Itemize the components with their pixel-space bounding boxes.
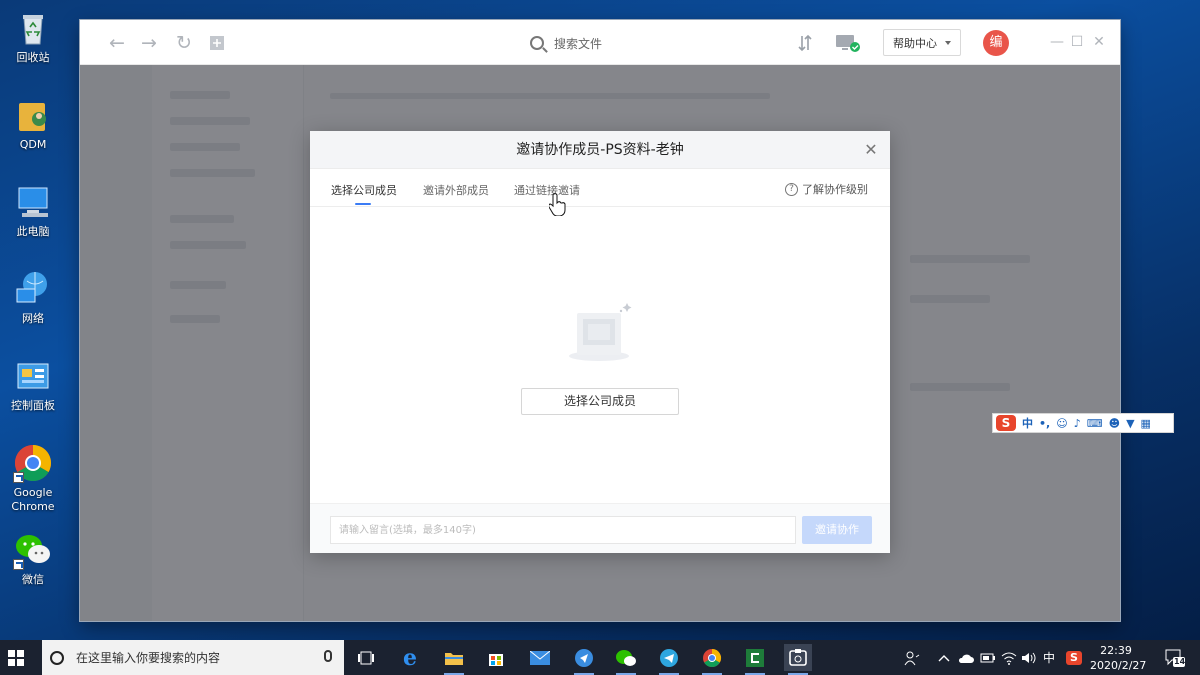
tray-person-icon[interactable] xyxy=(904,640,920,675)
empty-state-illustration xyxy=(569,303,632,361)
transfer-icon[interactable] xyxy=(794,32,816,54)
maximize-icon[interactable]: ☐ xyxy=(1067,32,1087,52)
tab-company-members[interactable]: 选择公司成员 xyxy=(331,182,397,198)
new-tab-icon[interactable] xyxy=(206,32,228,54)
punctuation-icon[interactable]: •, xyxy=(1039,417,1050,430)
back-arrow-icon[interactable]: ← xyxy=(106,32,128,54)
emoji-icon[interactable]: ☺ xyxy=(1056,417,1067,430)
desktop-icon-label: Google Chrome xyxy=(11,486,55,513)
action-center-icon[interactable]: 14 xyxy=(1164,648,1186,668)
sync-status-icon[interactable] xyxy=(834,32,862,54)
user-icon[interactable]: ☻ xyxy=(1109,417,1120,430)
tray-overflow-chevron-icon[interactable] xyxy=(938,640,950,675)
desktop-icon-label: 控制面板 xyxy=(11,399,55,412)
shortcut-arrow-icon xyxy=(13,472,24,483)
wechat-taskbar-icon[interactable] xyxy=(612,644,640,675)
windows-start-icon[interactable] xyxy=(8,650,24,666)
search-icon xyxy=(530,36,544,50)
taskbar-search-box[interactable]: 在这里输入你要搜索的内容 xyxy=(42,640,344,675)
notification-count-badge: 14 xyxy=(1174,657,1186,666)
file-explorer-icon[interactable] xyxy=(440,644,468,675)
store-icon[interactable] xyxy=(482,644,510,671)
qdm-folder-icon xyxy=(13,95,53,135)
app-toolbar: ← → ↻ 搜索文件 帮助中心 编 — ☐ ✕ xyxy=(80,20,1120,65)
active-app-taskbar-icon[interactable] xyxy=(784,644,812,675)
taskbar-search-placeholder: 在这里输入你要搜索的内容 xyxy=(76,651,221,665)
help-circle-icon: ? xyxy=(785,182,798,196)
forward-arrow-icon[interactable]: → xyxy=(138,32,160,54)
select-company-members-button[interactable]: 选择公司成员 xyxy=(521,388,679,415)
message-input[interactable] xyxy=(330,516,796,544)
microphone-icon[interactable]: ♪ xyxy=(1074,417,1081,430)
invite-button[interactable]: 邀请协作 xyxy=(802,516,872,544)
desktop-icon-label: 微信 xyxy=(22,573,44,586)
toolbox-grid-icon[interactable]: ▦ xyxy=(1141,417,1151,430)
desktop-icon-chrome[interactable]: Google Chrome xyxy=(2,443,64,514)
desktop-icon-qdm[interactable]: QDM xyxy=(2,95,64,152)
desktop-icon-label: 网络 xyxy=(22,312,44,325)
tray-volume-icon[interactable] xyxy=(1021,640,1037,675)
search-files[interactable]: 搜索文件 xyxy=(530,32,602,54)
clock-date: 2020/2/27 xyxy=(1090,659,1147,672)
tray-cloud-icon[interactable] xyxy=(957,640,975,675)
desktop-icon-this-pc[interactable]: 此电脑 xyxy=(2,182,64,239)
desktop-icon-label: QDM xyxy=(19,138,47,151)
clock-time: 22:39 xyxy=(1100,644,1132,657)
task-view-icon[interactable] xyxy=(352,644,380,671)
tab-external-members[interactable]: 邀请外部成员 xyxy=(423,182,489,198)
tray-sogou-icon[interactable]: S xyxy=(1066,640,1082,675)
refresh-icon[interactable]: ↻ xyxy=(173,32,195,54)
camtasia-icon[interactable] xyxy=(741,644,769,675)
telegram-icon[interactable] xyxy=(655,644,683,675)
control-panel-icon xyxy=(13,356,53,396)
help-center-label: 帮助中心 xyxy=(893,36,937,50)
dialog-footer: 邀请协作 xyxy=(310,503,890,553)
minimize-icon[interactable]: — xyxy=(1047,32,1067,52)
network-icon xyxy=(13,269,53,309)
desktop-icon-recycle-bin[interactable]: 回收站 xyxy=(2,8,64,65)
microphone-icon[interactable] xyxy=(324,650,332,662)
taskbar-clock[interactable]: 22:39 2020/2/27 xyxy=(1090,643,1147,673)
tray-input-language[interactable]: 中 xyxy=(1043,640,1055,675)
recycle-bin-icon xyxy=(13,8,53,48)
dialog-header: 邀请协作成员-PS资料-老钟 ✕ xyxy=(310,131,890,169)
ime-mode-toggle[interactable]: 中 xyxy=(1022,415,1033,431)
skin-shirt-icon[interactable]: ▼ xyxy=(1126,417,1134,430)
feishu-app-icon[interactable] xyxy=(570,644,598,675)
ime-toolbar[interactable]: S 中 •, ☺ ♪ ⌨ ☻ ▼ ▦ xyxy=(992,413,1174,433)
help-center-dropdown[interactable]: 帮助中心 xyxy=(883,29,961,56)
keyboard-icon[interactable]: ⌨ xyxy=(1087,417,1103,430)
windows-taskbar: 在这里输入你要搜索的内容 e 中 S 22:39 2020/2/27 14 xyxy=(0,640,1200,675)
shortcut-arrow-icon xyxy=(13,559,24,570)
desktop-icon-column: 回收站 QDM 此电脑 网络 控制面板 Google Chrome 微信 xyxy=(0,0,70,640)
edge-browser-icon[interactable]: e xyxy=(396,644,424,671)
collaboration-levels-link[interactable]: ? 了解协作级别 xyxy=(785,181,868,197)
chevron-down-icon xyxy=(945,40,951,45)
close-window-icon[interactable]: ✕ xyxy=(1089,32,1109,52)
desktop-icon-label: 回收站 xyxy=(16,51,50,64)
tab-invite-by-link[interactable]: 通过链接邀请 xyxy=(514,182,580,198)
chrome-icon xyxy=(13,443,53,483)
hand-cursor-icon xyxy=(549,193,566,216)
invite-collaborators-dialog: 邀请协作成员-PS资料-老钟 ✕ 选择公司成员 邀请外部成员 通过链接邀请 ? … xyxy=(310,131,890,553)
active-tab-indicator xyxy=(355,203,371,205)
tray-battery-icon[interactable] xyxy=(980,640,996,675)
desktop-icon-wechat[interactable]: 微信 xyxy=(2,530,64,587)
desktop-icon-network[interactable]: 网络 xyxy=(2,269,64,326)
search-label: 搜索文件 xyxy=(554,36,603,51)
sogou-logo-icon[interactable]: S xyxy=(996,415,1016,431)
computer-icon xyxy=(13,182,53,222)
desktop-icon-label: 此电脑 xyxy=(16,225,50,238)
cortana-circle-icon xyxy=(50,650,64,665)
mail-icon[interactable] xyxy=(526,644,554,671)
dialog-title: 邀请协作成员-PS资料-老钟 xyxy=(516,142,684,158)
tray-wifi-icon[interactable] xyxy=(1001,640,1017,675)
wechat-icon xyxy=(13,530,53,570)
invite-tabs: 选择公司成员 邀请外部成员 通过链接邀请 ? 了解协作级别 xyxy=(310,169,890,207)
user-avatar[interactable]: 编 xyxy=(983,30,1009,56)
collaboration-levels-label: 了解协作级别 xyxy=(802,183,868,196)
chrome-taskbar-icon[interactable] xyxy=(698,644,726,675)
desktop-icon-control-panel[interactable]: 控制面板 xyxy=(2,356,64,413)
close-icon[interactable]: ✕ xyxy=(862,141,880,159)
